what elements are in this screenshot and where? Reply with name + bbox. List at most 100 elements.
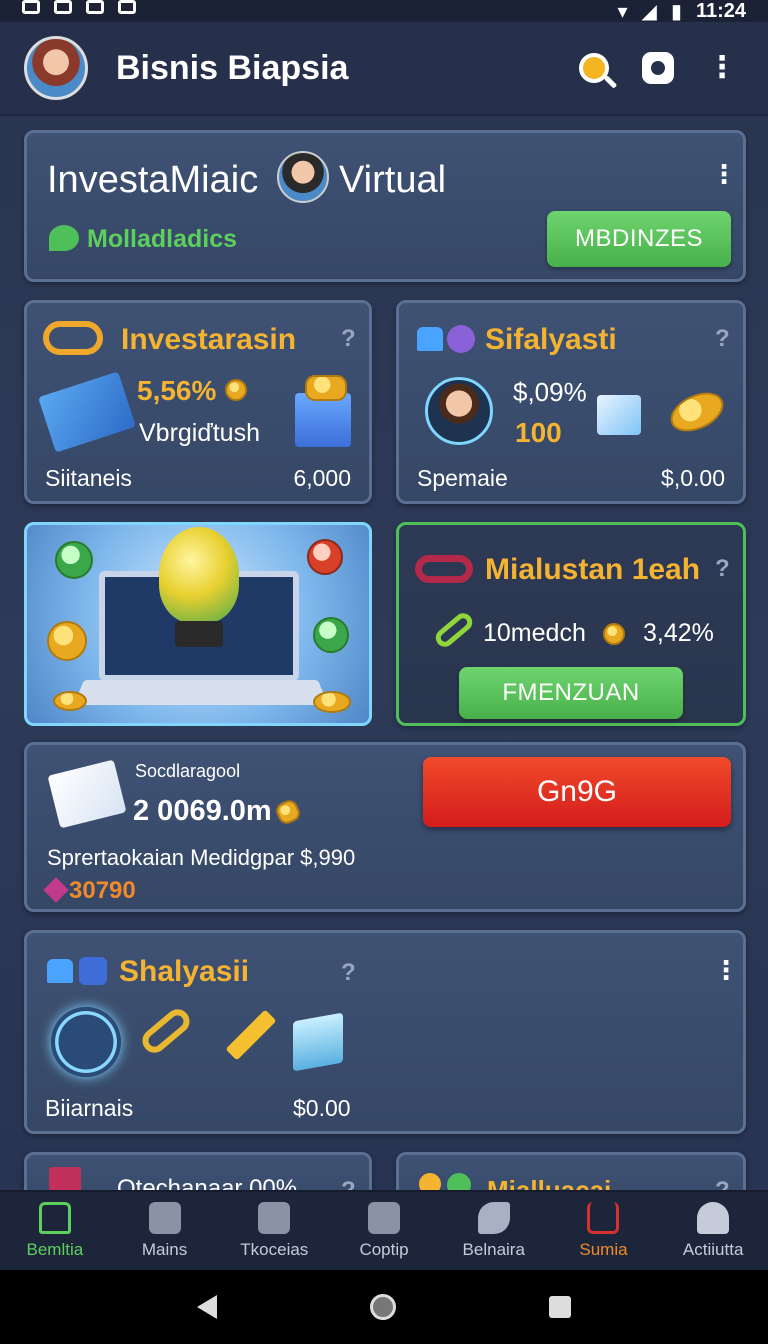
nav-item-tkoceias[interactable]: Tkoceias	[219, 1192, 329, 1270]
infinity-icon	[415, 555, 473, 583]
nav-label: Belnaira	[462, 1240, 525, 1259]
coin-icon	[225, 379, 247, 401]
investarasin-footer-value: 6,000	[293, 465, 351, 491]
bulb-base	[175, 621, 223, 647]
nav-item-mains[interactable]: Mains	[110, 1192, 220, 1270]
help-icon[interactable]: ?	[341, 959, 356, 987]
chain-icon	[137, 1004, 195, 1058]
investarasin-footer-label: Siitaneis	[45, 465, 132, 491]
profile-icon	[697, 1202, 730, 1234]
coin-icon	[313, 691, 351, 713]
more-vertical-icon: ⋮	[707, 51, 737, 84]
notification-icon	[54, 0, 72, 14]
sifalyasti-card[interactable]: Sifalyasti ? $,09% 100 Spemaie $,0.00	[396, 300, 746, 504]
tag-icon	[49, 225, 79, 251]
coin-icon	[273, 797, 303, 827]
mialustan-card[interactable]: Mialustan 1eah ? 10medch 3,42% FMENZUAN	[396, 522, 746, 726]
help-icon[interactable]: ?	[341, 325, 356, 353]
socdlaragool-action-button[interactable]: Gn9G	[423, 757, 731, 827]
bar-chart-icon	[295, 393, 351, 447]
notification-icon	[118, 0, 136, 14]
search-doc-icon	[258, 1202, 291, 1234]
document-icon	[51, 1007, 121, 1077]
card-title: Sifalyasti	[485, 323, 617, 356]
dollar-coin-icon	[307, 539, 343, 575]
investarasin-percent: 5,56%	[137, 375, 217, 406]
gear-icon	[642, 52, 674, 84]
receipt-icon	[47, 759, 127, 829]
more-menu-button[interactable]: ⋮	[700, 46, 744, 90]
socdlaragool-card[interactable]: Socdlaragool 2 0069.0m Sprertaokaian Med…	[24, 742, 746, 912]
diamond-icon	[43, 877, 69, 903]
nav-label: Coptip	[359, 1240, 409, 1259]
help-icon[interactable]: ?	[715, 325, 730, 353]
back-icon[interactable]	[196, 1295, 217, 1319]
app-header: Bisnis Biapsia ⋮	[0, 22, 768, 116]
hero-more-icon[interactable]: ⋮	[711, 161, 737, 187]
bottom-nav: Bemltia Mains Tkoceias Coptip Belnaira S…	[0, 1190, 768, 1270]
laptop-base	[73, 680, 329, 705]
lightbulb-icon	[159, 527, 239, 623]
advisor-avatar	[425, 377, 493, 445]
status-bar: ▾ ◢ ▮ 11:24	[0, 0, 768, 23]
shalyasii-footer-label: Biiarnais	[45, 1095, 134, 1121]
idea-illustration	[24, 522, 372, 726]
home-icon	[38, 1202, 71, 1234]
home-icon	[47, 959, 73, 983]
help-icon[interactable]: ?	[715, 555, 730, 583]
hero-action-button[interactable]: MBDINZES	[547, 211, 731, 267]
search-icon	[579, 53, 609, 83]
pencil-icon	[225, 1009, 277, 1061]
hero-subtitle: Molladladics	[87, 225, 238, 253]
home-button-icon[interactable]	[369, 1294, 396, 1320]
dollar-coin-icon	[47, 621, 87, 661]
nav-item-belnaira[interactable]: Belnaira	[439, 1192, 549, 1270]
socdlaragool-highlight: 30790	[69, 877, 136, 904]
dollar-coin-icon	[55, 541, 93, 579]
home-icon	[417, 327, 443, 351]
card-title: Shalyasii	[119, 955, 250, 988]
system-nav-bar	[0, 1270, 768, 1344]
sifalyasti-value: 100	[515, 417, 562, 448]
dashboard-icon	[148, 1202, 181, 1234]
nav-label: Sumia	[579, 1240, 628, 1259]
shalyasii-card[interactable]: Shalyasii ? ⋮ Biiarnais $0.00	[24, 930, 746, 1134]
avatar[interactable]	[24, 36, 88, 100]
sifalyasti-footer-value: $,0.00	[661, 465, 725, 491]
dollar-coin-icon	[313, 617, 349, 653]
notification-icon	[22, 0, 40, 14]
nav-item-sumia[interactable]: Sumia	[549, 1192, 659, 1270]
hero-title-right: Virtual	[339, 159, 447, 201]
gear-icon	[43, 321, 103, 355]
sifalyasti-percent: $,09%	[513, 377, 587, 407]
nav-item-coptip[interactable]: Coptip	[329, 1192, 439, 1270]
mialustan-label: 10medch	[483, 619, 586, 647]
chart-ticket-icon	[38, 371, 136, 453]
recents-icon[interactable]	[549, 1296, 572, 1318]
chart-icon	[587, 1202, 620, 1234]
mialustan-percent: 3,42%	[643, 619, 714, 647]
hero-title-left: InvestaMiaic	[47, 159, 259, 201]
socdlaragool-amount: 2 0069.0m	[133, 795, 272, 827]
notification-icon	[86, 0, 104, 14]
signal-icon: ◢	[641, 0, 657, 23]
nav-item-home[interactable]: Bemltia	[0, 1192, 110, 1270]
investarasin-card[interactable]: Investarasin ? 5,56% Vbrgiďtush Siitanei…	[24, 300, 372, 504]
sifalyasti-footer-label: Spemaie	[417, 465, 508, 491]
coin-stack-icon	[305, 375, 347, 401]
nav-item-actiiutta[interactable]: Actiiutta	[658, 1192, 768, 1270]
socdlaragool-label: Socdlaragool	[135, 761, 241, 781]
globe-icon	[447, 325, 475, 353]
mialustan-action-button[interactable]: FMENZUAN	[459, 667, 683, 719]
search-button[interactable]	[572, 46, 616, 90]
battery-icon: ▮	[670, 0, 682, 23]
shalyasii-more-icon[interactable]: ⋮	[713, 957, 739, 983]
status-time: 11:24	[695, 0, 746, 22]
nav-label: Mains	[141, 1240, 188, 1259]
cubes-icon	[597, 395, 641, 435]
settings-button[interactable]	[636, 46, 680, 90]
edit-icon	[368, 1202, 401, 1234]
nav-label: Actiiutta	[682, 1240, 744, 1259]
nav-label: Bemltia	[26, 1240, 84, 1259]
hero-card: InvestaMiaic Virtual ⋮ Molladladics MBDI…	[24, 130, 746, 282]
